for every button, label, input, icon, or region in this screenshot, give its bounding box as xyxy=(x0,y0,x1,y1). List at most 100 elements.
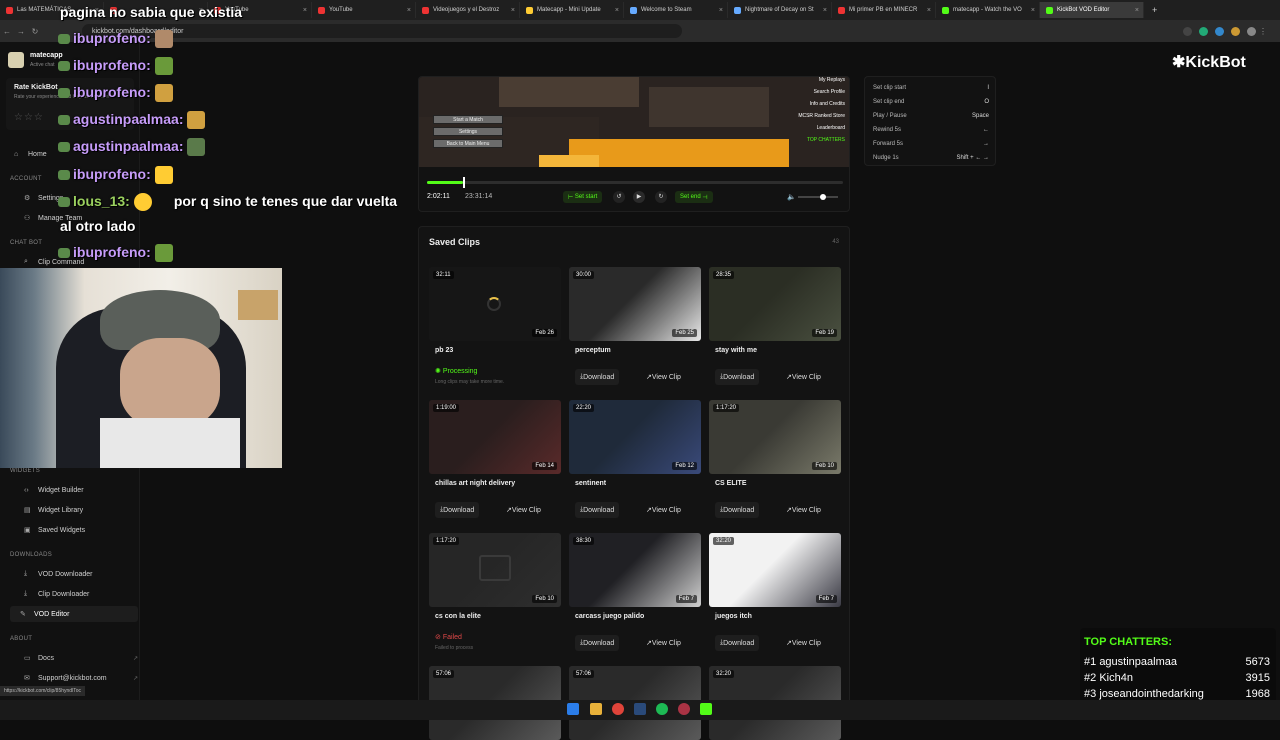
download-button[interactable]: ⤓ Download xyxy=(715,502,760,518)
chrome-icon[interactable] xyxy=(612,703,624,715)
set-end-button[interactable]: Set end ⊣ xyxy=(675,191,713,203)
sidebar-item-widget-builder[interactable]: ‹› Widget Builder xyxy=(14,482,142,498)
mc-menu-item: My Replays xyxy=(818,77,845,83)
extension-icon[interactable] xyxy=(1231,26,1240,36)
close-tab-icon[interactable]: × xyxy=(1031,7,1035,14)
clip-thumbnail[interactable]: 22:20 Feb 12 xyxy=(569,400,701,474)
view-clip-button[interactable]: ↗ View Clip xyxy=(641,502,686,518)
sidebar-item-clip-downloader[interactable]: ⤓ Clip Downloader xyxy=(14,586,142,602)
sidebar-item-support[interactable]: ✉ Support@kickbot.com ↗ xyxy=(14,670,142,686)
browser-tab[interactable]: Welcome to Steam × xyxy=(624,2,728,18)
view-clip-button[interactable]: ↗ View Clip xyxy=(501,502,546,518)
browser-tab[interactable]: Videojuegos y el Destroz × xyxy=(416,2,520,18)
sidebar-item-saved-widgets[interactable]: ▣ Saved Widgets xyxy=(14,522,142,538)
shortcut-key: Space xyxy=(971,113,989,119)
menu-icon[interactable]: ⋮ xyxy=(1256,27,1270,36)
browser-tab[interactable]: KickBot VOD Editor × xyxy=(1040,2,1144,18)
webcam-overlay xyxy=(0,268,282,468)
play-button[interactable]: ▶ xyxy=(633,191,645,203)
sidebar-item-vod-editor[interactable]: ✎ VOD Editor xyxy=(10,606,138,622)
close-tab-icon[interactable]: × xyxy=(303,7,307,14)
new-tab-icon[interactable]: + xyxy=(1152,5,1157,15)
top-chatter-rank: #1 xyxy=(1084,656,1097,668)
close-tab-icon[interactable]: × xyxy=(511,7,515,14)
download-label: Download xyxy=(723,373,755,381)
volume-icon[interactable]: 🔈 xyxy=(787,193,796,201)
view-clip-button[interactable]: ↗ View Clip xyxy=(781,635,826,651)
extension-icon[interactable] xyxy=(1199,26,1208,36)
clip-status-text: Processing xyxy=(442,368,478,375)
volume-slider[interactable] xyxy=(798,194,838,200)
profile-avatar[interactable] xyxy=(1247,26,1256,36)
extension-icon[interactable] xyxy=(1183,26,1192,36)
extension-icon[interactable] xyxy=(1215,26,1224,36)
app-icon[interactable] xyxy=(678,703,690,715)
sidebar-item-vod-downloader[interactable]: ⤓ VOD Downloader xyxy=(14,566,142,582)
download-button[interactable]: ⤓ Download xyxy=(715,369,760,385)
sidebar-item-docs[interactable]: ▭ Docs ↗ xyxy=(14,650,142,666)
clip-thumbnail[interactable]: 32:11 Feb 26 xyxy=(429,267,561,341)
sidebar-item-widget-library[interactable]: ▤ Widget Library xyxy=(14,502,142,518)
back-icon[interactable]: ← xyxy=(0,27,14,36)
forward-button[interactable]: ↻ xyxy=(655,191,667,203)
shortcut-key: O xyxy=(984,99,989,105)
shortcut-label: Nudge 1s xyxy=(873,155,899,161)
view-clip-label: View Clip xyxy=(791,373,821,381)
browser-tab[interactable]: Nightmare of Decay on St × xyxy=(728,2,832,18)
download-button[interactable]: ⤓ Download xyxy=(575,369,620,385)
browser-address-bar: ← → ↻ kickbot.com/dashboard/editor ⋮ xyxy=(0,20,1280,42)
kick-icon[interactable] xyxy=(700,703,712,715)
video-frame[interactable]: Start a Match Settings Back to Main Menu… xyxy=(419,77,849,167)
download-button[interactable]: ⤓ Download xyxy=(435,502,480,518)
reload-icon[interactable]: ↻ xyxy=(28,27,42,36)
browser-tab[interactable]: matecapp - Watch the VO × xyxy=(936,2,1040,18)
tab-title: matecapp - Watch the VO xyxy=(953,7,1022,13)
close-tab-icon[interactable]: × xyxy=(615,7,619,14)
view-clip-button[interactable]: ↗ View Clip xyxy=(641,635,686,651)
close-tab-icon[interactable]: × xyxy=(927,7,931,14)
close-tab-icon[interactable]: × xyxy=(407,7,411,14)
clip-thumbnail[interactable]: 38:30 Feb 7 xyxy=(569,533,701,607)
top-chatter-row: #3 joseandointhedarking 1968 xyxy=(1084,688,1270,700)
download-button[interactable]: ⤓ Download xyxy=(575,502,620,518)
timeline-handle[interactable] xyxy=(463,177,466,188)
close-tab-icon[interactable]: × xyxy=(1135,7,1139,14)
close-tab-icon[interactable]: × xyxy=(823,7,827,14)
view-clip-button[interactable]: ↗ View Clip xyxy=(781,502,826,518)
sidebar-item-label: Home xyxy=(28,150,47,158)
close-tab-icon[interactable]: × xyxy=(719,7,723,14)
file-explorer-icon[interactable] xyxy=(590,703,602,715)
clip-thumbnail[interactable]: 1:19:00 Feb 14 xyxy=(429,400,561,474)
rating-stars[interactable]: ☆☆☆ xyxy=(14,112,44,123)
shortcut-row: Set clip start I xyxy=(873,85,989,91)
clip-duration: 30:00 xyxy=(573,271,595,279)
clip-thumbnail[interactable]: 28:35 Feb 19 xyxy=(709,267,841,341)
clip-thumbnail[interactable]: 32:20 Feb 7 xyxy=(709,533,841,607)
spotify-icon[interactable] xyxy=(656,703,668,715)
browser-tab[interactable]: Matecapp - Mini Update × xyxy=(520,2,624,18)
browser-tab[interactable]: YouTube × xyxy=(312,2,416,18)
browser-tab[interactable]: Mi primer PB en MINECR × xyxy=(832,2,936,18)
windows-start-icon[interactable] xyxy=(567,703,579,715)
view-clip-button[interactable]: ↗ View Clip xyxy=(641,369,686,385)
top-chatters-title: TOP CHATTERS: xyxy=(1084,636,1173,648)
clip-thumbnail[interactable]: 1:17:20 Feb 10 xyxy=(429,533,561,607)
clip-thumbnail[interactable]: 30:00 Feb 25 xyxy=(569,267,701,341)
chat-emote-icon xyxy=(133,193,152,212)
forward-icon[interactable]: → xyxy=(14,27,28,36)
shortcut-label: Rewind 5s xyxy=(873,127,902,133)
view-clip-button[interactable]: ↗ View Clip xyxy=(781,369,826,385)
download-button[interactable]: ⤓ Download xyxy=(575,635,620,651)
clip-title: CS ELITE xyxy=(715,480,747,487)
clip-title: perceptum xyxy=(575,347,611,354)
tab-title: Nightmare of Decay on St xyxy=(745,7,814,13)
tab-favicon-icon xyxy=(1046,6,1053,14)
chat-message: agustinpaalmaa: xyxy=(58,111,206,130)
rewind-button[interactable]: ↺ xyxy=(613,191,625,203)
set-start-button[interactable]: ⊢ Set start xyxy=(563,191,603,203)
timeline-scrubber[interactable] xyxy=(427,177,843,188)
volume-handle[interactable] xyxy=(820,194,826,200)
steam-icon[interactable] xyxy=(634,703,646,715)
clip-thumbnail[interactable]: 1:17:20 Feb 10 xyxy=(709,400,841,474)
download-button[interactable]: ⤓ Download xyxy=(715,635,760,651)
